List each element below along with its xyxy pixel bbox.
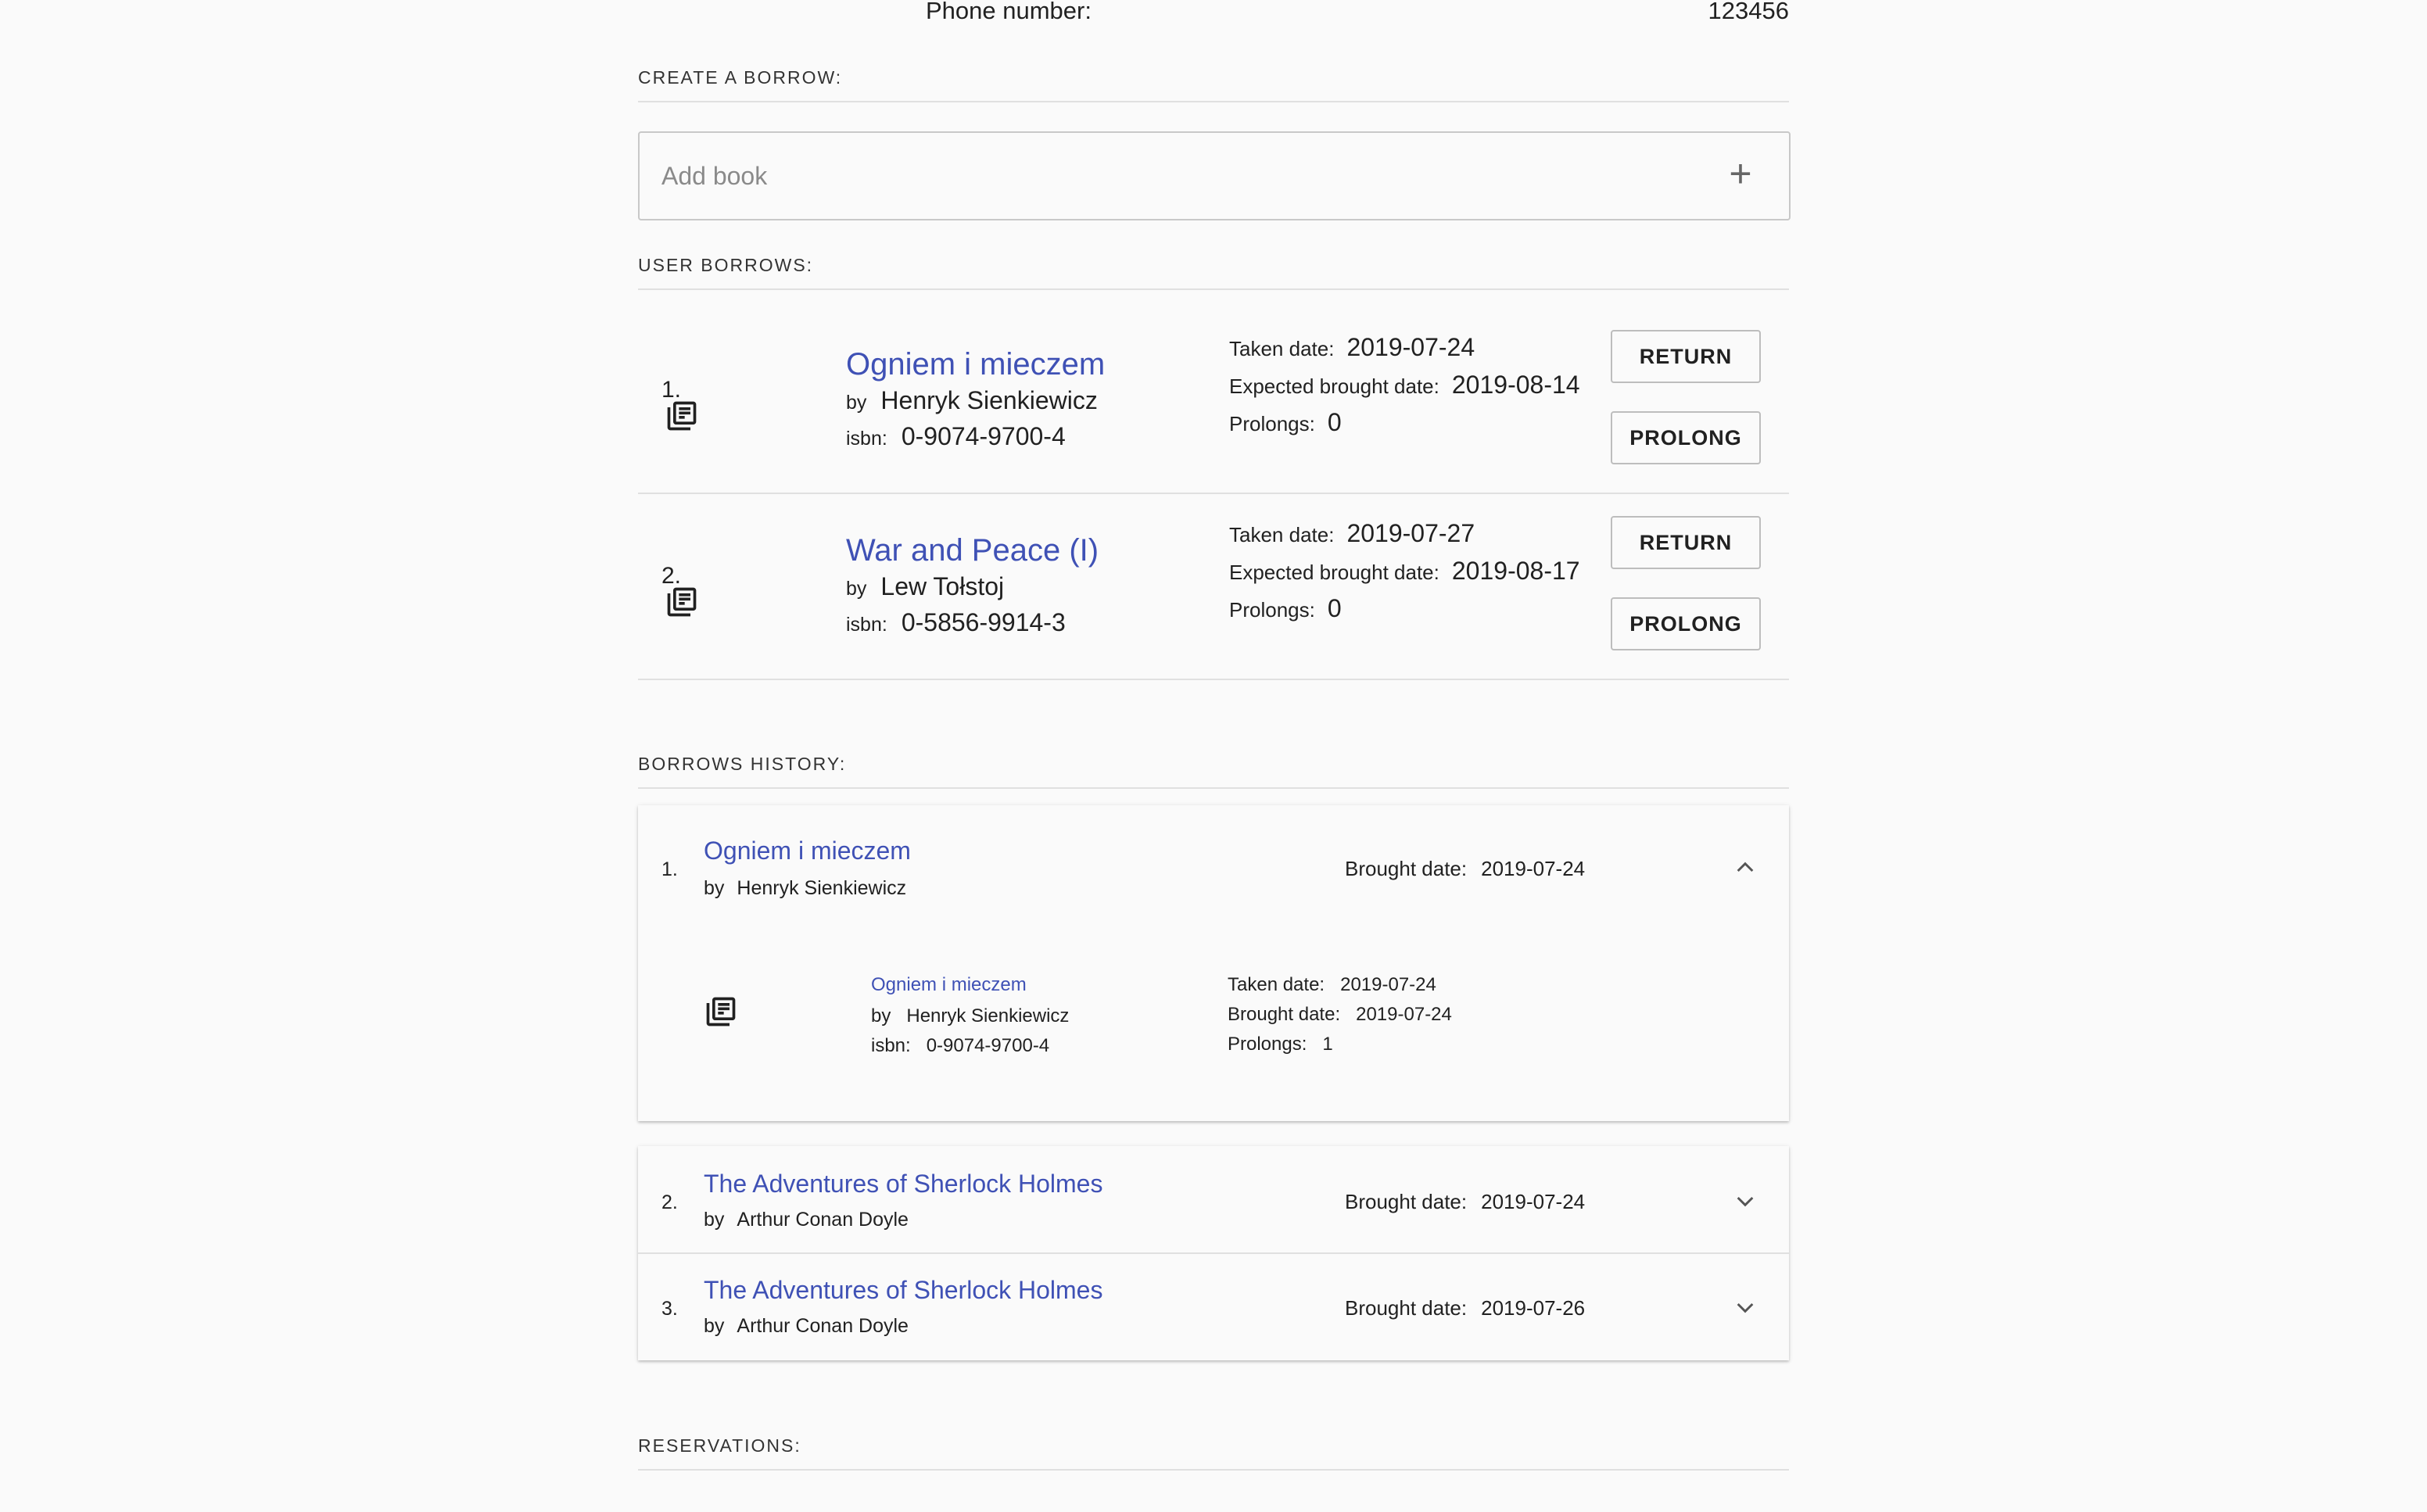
detail-author: Henryk Sienkiewicz (906, 1005, 1070, 1027)
return-button[interactable]: RETURN (1611, 330, 1761, 383)
borrow-author: Henryk Sienkiewicz (880, 386, 1098, 414)
expected-date-label: Expected brought date: (1229, 374, 1439, 398)
borrow-author-line: by Lew Tołstoj (846, 572, 1004, 601)
phone-label: Phone number: (926, 0, 1092, 24)
chevron-down-icon[interactable] (1733, 1188, 1758, 1213)
taken-date-label: Taken date: (1229, 337, 1335, 360)
borrow-row: 2. War and Peace (I) by Lew Tołstoj isbn:… (638, 494, 1789, 680)
history-brought-line: Brought date: 2019-07-24 (1345, 857, 1585, 881)
history-book-title[interactable]: The Adventures of Sherlock Holmes (704, 1276, 1102, 1305)
expected-date-line: Expected brought date: 2019-08-14 (1229, 371, 1580, 399)
brought-date-label: Brought date: (1345, 1296, 1468, 1320)
history-brought-line: Brought date: 2019-07-26 (1345, 1296, 1585, 1320)
by-label: by (846, 392, 867, 414)
library-books-icon (706, 997, 736, 1027)
isbn-label: isbn: (846, 428, 887, 450)
detail-prolongs-line: Prolongs: 1 (1228, 1034, 1333, 1055)
prolong-button[interactable]: PROLONG (1611, 597, 1761, 650)
prolong-button[interactable]: PROLONG (1611, 411, 1761, 464)
chevron-down-icon[interactable] (1733, 1295, 1758, 1320)
borrow-row: 1. Ogniem i mieczem by Henryk Sienkiewicz… (638, 308, 1789, 494)
add-book-field: + (638, 131, 1791, 220)
history-author-line: by Arthur Conan Doyle (704, 1315, 909, 1338)
history-author-line: by Henryk Sienkiewicz (704, 877, 906, 900)
history-author-line: by Arthur Conan Doyle (704, 1209, 909, 1231)
borrow-isbn: 0-9074-9700-4 (901, 422, 1066, 450)
by-label: by (704, 877, 725, 899)
create-borrow-heading: CREATE A BORROW: (638, 67, 1789, 102)
by-label: by (871, 1005, 891, 1027)
borrows-history-heading: BORROWS HISTORY: (638, 754, 1789, 789)
detail-prolongs: 1 (1322, 1034, 1333, 1055)
plus-icon[interactable]: + (1723, 154, 1758, 193)
brought-date-label: Brought date: (1345, 857, 1468, 880)
detail-author-line: by Henryk Sienkiewicz (871, 1005, 1069, 1027)
borrow-author: Lew Tołstoj (880, 572, 1005, 600)
add-book-input[interactable] (660, 133, 1680, 219)
taken-date-line: Taken date: 2019-07-24 (1229, 333, 1475, 362)
detail-isbn: 0-9074-9700-4 (926, 1035, 1050, 1056)
borrow-isbn-line: isbn: 0-5856-9914-3 (846, 608, 1066, 637)
prolongs-label: Prolongs: (1229, 412, 1315, 435)
taken-date: 2019-07-24 (1346, 333, 1475, 361)
history-author: Arthur Conan Doyle (737, 1209, 909, 1231)
chevron-up-icon[interactable] (1733, 855, 1758, 880)
prolongs-label: Prolongs: (1229, 598, 1315, 622)
taken-date-label: Taken date: (1228, 974, 1325, 995)
brought-date: 2019-07-24 (1481, 857, 1586, 880)
detail-isbn-line: isbn: 0-9074-9700-4 (871, 1035, 1049, 1057)
brought-date: 2019-07-24 (1481, 1190, 1586, 1213)
history-panel-expanded: 1. Ogniem i mieczem by Henryk Sienkiewicz… (638, 805, 1789, 1121)
borrow-author-line: by Henryk Sienkiewicz (846, 386, 1098, 415)
history-index: 2. (661, 1191, 678, 1213)
expected-date-label: Expected brought date: (1229, 561, 1439, 584)
history-brought-line: Brought date: 2019-07-24 (1345, 1190, 1585, 1214)
expected-date-line: Expected brought date: 2019-08-17 (1229, 557, 1580, 586)
history-panel-group: 2. The Adventures of Sherlock Holmes by A… (638, 1146, 1789, 1360)
taken-date-line: Taken date: 2019-07-27 (1229, 519, 1475, 548)
history-book-title[interactable]: Ogniem i mieczem (704, 837, 911, 865)
borrow-book-title[interactable]: Ogniem i mieczem (846, 347, 1105, 382)
prolongs-label: Prolongs: (1228, 1034, 1307, 1055)
prolongs-line: Prolongs: 0 (1229, 408, 1342, 437)
by-label: by (704, 1315, 725, 1337)
borrow-isbn-line: isbn: 0-9074-9700-4 (846, 422, 1066, 451)
by-label: by (704, 1209, 725, 1231)
borrow-book-title[interactable]: War and Peace (I) (846, 533, 1099, 568)
return-button[interactable]: RETURN (1611, 516, 1761, 569)
phone-row: Phone number: 123456 (638, 0, 1789, 27)
expected-date: 2019-08-14 (1451, 371, 1580, 399)
taken-date-label: Taken date: (1229, 523, 1335, 546)
by-label: by (846, 578, 867, 600)
reservations-heading: RESERVATIONS: (638, 1435, 1789, 1471)
borrow-isbn: 0-5856-9914-3 (901, 608, 1066, 636)
history-author: Henryk Sienkiewicz (737, 877, 907, 899)
library-books-icon (667, 587, 697, 617)
prolongs-count: 0 (1327, 408, 1342, 436)
detail-taken-line: Taken date: 2019-07-24 (1228, 974, 1436, 996)
phone-value: 123456 (1708, 0, 1789, 24)
taken-date: 2019-07-27 (1346, 519, 1475, 547)
detail-brought-line: Brought date: 2019-07-24 (1228, 1004, 1452, 1026)
brought-date: 2019-07-26 (1481, 1296, 1586, 1320)
expected-date: 2019-08-17 (1451, 557, 1580, 585)
prolongs-line: Prolongs: 0 (1229, 594, 1342, 623)
brought-date-label: Brought date: (1345, 1190, 1468, 1213)
history-panel-header[interactable]: 3. The Adventures of Sherlock Holmes by A… (638, 1252, 1789, 1362)
history-index: 3. (661, 1298, 678, 1320)
history-author: Arthur Conan Doyle (737, 1315, 909, 1337)
detail-book-title[interactable]: Ogniem i mieczem (871, 974, 1027, 996)
history-index: 1. (661, 858, 678, 880)
history-panel-header[interactable]: 2. The Adventures of Sherlock Holmes by A… (638, 1146, 1789, 1252)
detail-brought-date: 2019-07-24 (1356, 1004, 1452, 1025)
detail-taken-date: 2019-07-24 (1340, 974, 1436, 995)
isbn-label: isbn: (846, 614, 887, 636)
history-book-title[interactable]: The Adventures of Sherlock Holmes (704, 1170, 1102, 1198)
brought-date-label: Brought date: (1228, 1004, 1341, 1025)
user-borrows-heading: USER BORROWS: (638, 255, 1789, 290)
history-panel-header[interactable]: 1. Ogniem i mieczem by Henryk Sienkiewicz… (638, 805, 1789, 907)
library-books-icon (667, 401, 697, 431)
isbn-label: isbn: (871, 1035, 911, 1056)
prolongs-count: 0 (1327, 594, 1342, 622)
